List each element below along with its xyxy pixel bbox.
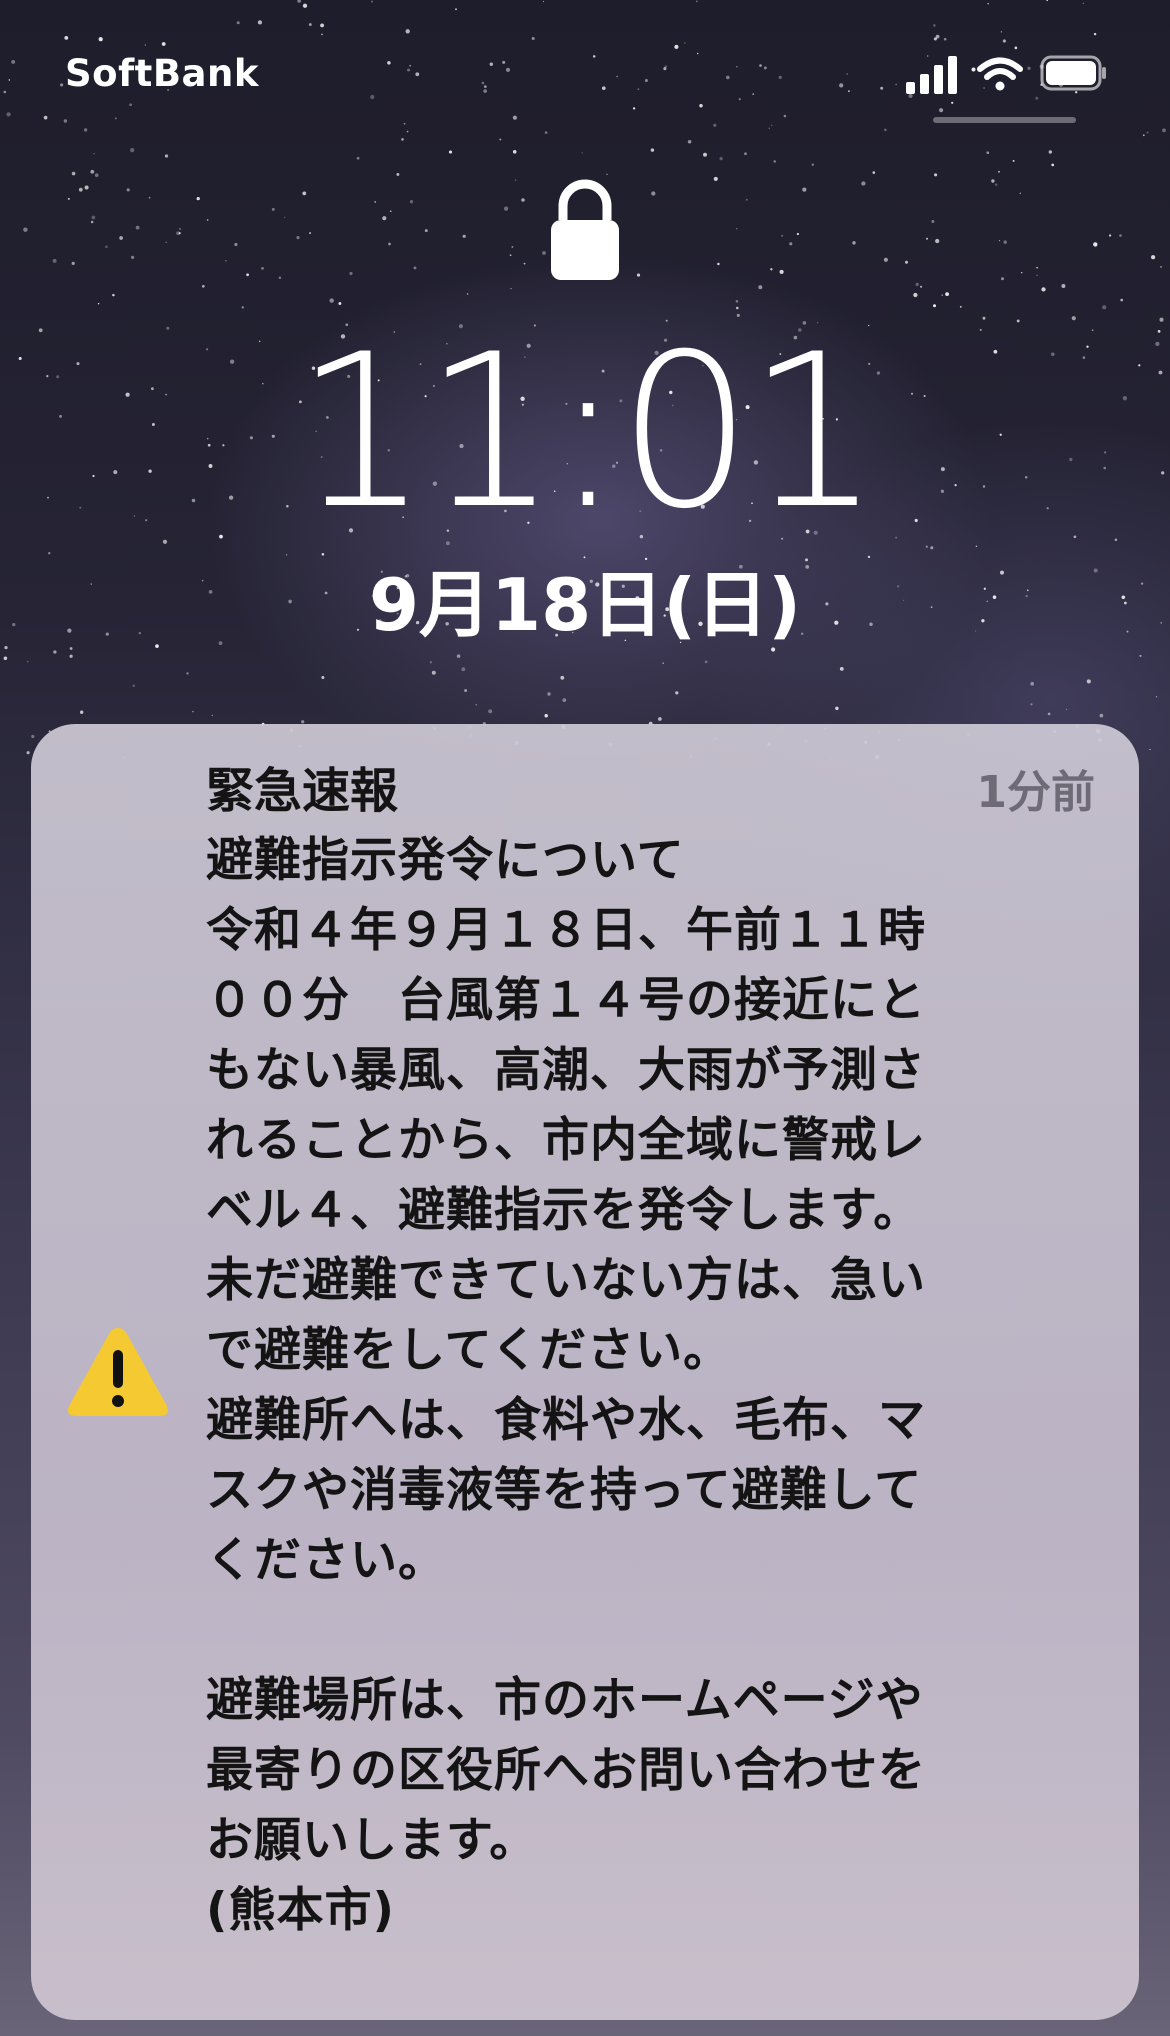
cellular-signal-icon (906, 56, 957, 94)
warning-icon (68, 1328, 168, 1416)
notification-title: 緊急速報 (206, 763, 399, 819)
home-indicator-bar[interactable] (933, 117, 1076, 123)
emergency-alert-notification[interactable]: 緊急速報 1分前 避難指示発令について 令和４年９月１８日、午前１１時 ００分 … (31, 724, 1139, 2020)
lock-icon (551, 179, 619, 280)
lock-screen-time: 11:01 (294, 308, 882, 555)
wifi-icon (977, 57, 1023, 91)
lock-screen-date: 9月18日(日) (368, 563, 802, 647)
battery-icon (1040, 55, 1106, 91)
carrier-name: SoftBank (65, 52, 259, 95)
notification-message: 避難指示発令について 令和４年９月１８日、午前１１時 ００分 台風第１４号の接近… (206, 833, 926, 1938)
notification-timestamp: 1分前 (976, 767, 1095, 818)
status-icons (900, 52, 1110, 96)
